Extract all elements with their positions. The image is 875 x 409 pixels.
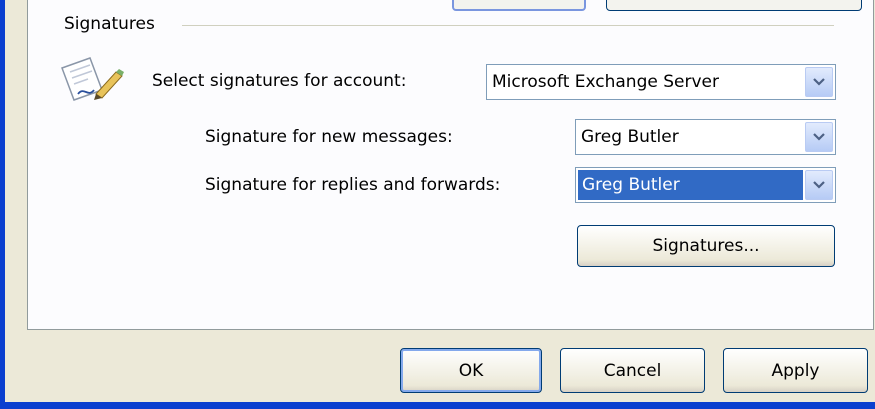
replies-label: Signature for replies and forwards: — [205, 175, 501, 195]
new-messages-signature-select[interactable]: Greg Butler — [575, 119, 836, 155]
account-label: Select signatures for account: — [152, 71, 407, 91]
group-divider — [182, 25, 834, 26]
chevron-down-icon[interactable] — [805, 170, 833, 200]
new-messages-label: Signature for new messages: — [205, 127, 453, 147]
replies-signature-value: Greg Butler — [578, 170, 803, 200]
ok-button[interactable]: OK — [400, 348, 542, 393]
partial-button-top-1[interactable] — [452, 0, 586, 11]
signatures-button[interactable]: Signatures... — [577, 225, 835, 267]
chevron-down-icon[interactable] — [805, 67, 833, 97]
window-frame-left — [0, 0, 5, 409]
apply-button[interactable]: Apply — [723, 348, 868, 393]
replies-signature-select[interactable]: Greg Butler — [575, 167, 836, 203]
signatures-group-title: Signatures — [64, 14, 155, 34]
account-select-value: Microsoft Exchange Server — [492, 72, 719, 92]
new-messages-signature-value: Greg Butler — [581, 127, 679, 147]
options-tab-panel — [27, 0, 874, 330]
partial-button-top-2[interactable] — [606, 0, 862, 11]
chevron-down-icon[interactable] — [805, 122, 833, 152]
window-frame-bottom — [0, 402, 875, 409]
cancel-button[interactable]: Cancel — [560, 348, 705, 393]
account-select[interactable]: Microsoft Exchange Server — [486, 64, 836, 100]
signature-pen-icon — [56, 54, 126, 104]
